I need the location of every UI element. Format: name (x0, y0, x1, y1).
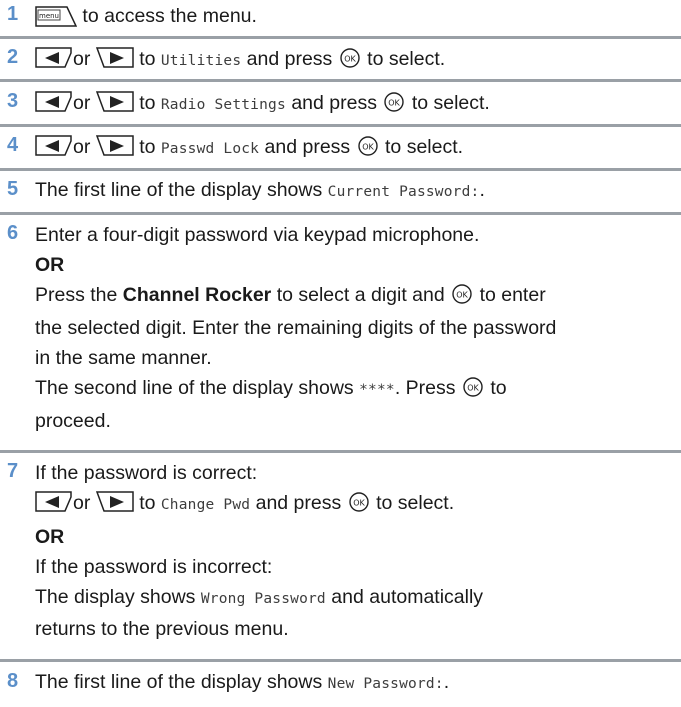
divider (0, 124, 681, 127)
left-arrow-button-icon (35, 91, 73, 122)
ok-button-icon: OK (340, 47, 360, 77)
step-number: 7 (7, 460, 19, 482)
divider (0, 79, 681, 82)
divider (0, 36, 681, 39)
ok-button-icon: OK (384, 91, 405, 121)
step-body: menu to access the menu. (35, 1, 675, 31)
display-text: New Password: (327, 676, 444, 692)
svg-text:menu: menu (39, 12, 59, 20)
step-number: 6 (7, 222, 19, 244)
or-label: OR (35, 526, 65, 548)
step-body: or to Utilities and press OK to select. (35, 44, 675, 78)
step-body: If the password is correct: or to Change… (35, 458, 675, 644)
step-number: 3 (7, 90, 19, 112)
right-arrow-button-icon (95, 135, 134, 166)
step-number: 2 (7, 46, 19, 68)
step-body: or to Radio Settings and press OK to sel… (35, 88, 675, 122)
or-label: OR (35, 254, 65, 276)
step-number: 8 (7, 670, 19, 692)
display-text: Current Password: (327, 184, 480, 200)
right-arrow-button-icon (95, 91, 134, 122)
divider (0, 659, 681, 662)
left-arrow-button-icon (35, 47, 73, 78)
menu-button-icon: menu (35, 6, 77, 27)
ok-button-icon: OK (348, 491, 369, 521)
right-arrow-button-icon (95, 47, 134, 78)
divider (0, 212, 681, 215)
step-number: 5 (7, 178, 19, 200)
divider (0, 450, 681, 453)
ok-button-icon: OK (357, 135, 378, 165)
step-body: Enter a four-digit password via keypad m… (35, 220, 675, 436)
divider (0, 168, 681, 171)
ok-button-icon: OK (463, 376, 483, 406)
left-arrow-button-icon (35, 491, 73, 522)
svg-text:OK: OK (362, 143, 374, 152)
step-body: or to Passwd Lock and press OK to select… (35, 132, 675, 166)
step-body: The first line of the display shows New … (35, 671, 450, 693)
svg-text:OK: OK (389, 99, 401, 108)
svg-text:OK: OK (353, 499, 365, 508)
svg-text:OK: OK (467, 384, 479, 393)
ok-button-icon: OK (452, 283, 472, 313)
step-number: 4 (7, 134, 19, 156)
left-arrow-button-icon (35, 135, 73, 166)
svg-text:OK: OK (344, 55, 356, 64)
password-mask: **** (359, 382, 395, 398)
step-body: The first line of the display shows Curr… (35, 179, 485, 201)
step-number: 1 (7, 3, 19, 25)
display-text: Wrong Password (200, 591, 326, 607)
svg-text:OK: OK (456, 291, 468, 300)
right-arrow-button-icon (95, 491, 134, 522)
